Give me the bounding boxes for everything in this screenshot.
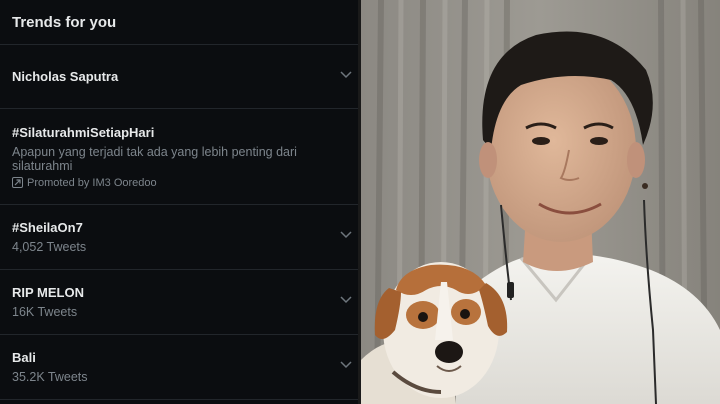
video-scene	[361, 0, 720, 404]
promoted-arrow-icon	[12, 177, 23, 188]
trends-panel: Trends for you Nicholas Saputra #Silatur…	[0, 0, 358, 404]
promoted-text: Promoted by IM3 Ooredoo	[27, 176, 157, 189]
trend-name: RIP MELON	[12, 285, 84, 300]
chevron-down-icon[interactable]	[340, 361, 352, 369]
trend-item[interactable]: #SheilaOn7 4,052 Tweets	[0, 205, 358, 270]
tweet-count: 35.2K Tweets	[12, 370, 88, 384]
trend-name: Bali	[12, 350, 36, 365]
trend-item[interactable]: Nicholas Saputra	[0, 45, 358, 109]
trend-description: Apapun yang terjadi tak ada yang lebih p…	[12, 144, 297, 173]
trend-item[interactable]: Bali 35.2K Tweets	[0, 335, 358, 400]
trend-name: #SilaturahmiSetiapHari	[12, 124, 155, 140]
trends-title: Trends for you	[12, 13, 117, 31]
trend-item-promoted[interactable]: #SilaturahmiSetiapHari Apapun yang terja…	[0, 109, 358, 205]
trends-header: Trends for you	[0, 0, 358, 45]
trend-name: #SheilaOn7	[12, 220, 83, 235]
chevron-down-icon[interactable]	[340, 296, 352, 304]
tweet-count: 4,052 Tweets	[12, 240, 87, 254]
chevron-down-icon[interactable]	[340, 70, 352, 79]
trend-item[interactable]: RIP MELON 16K Tweets	[0, 270, 358, 335]
tweet-count: 16K Tweets	[12, 305, 78, 319]
promoted-label: Promoted by IM3 Ooredoo	[12, 177, 346, 189]
chevron-down-icon[interactable]	[340, 231, 352, 239]
trend-name: Nicholas Saputra	[12, 69, 119, 84]
video-frame	[361, 0, 720, 404]
